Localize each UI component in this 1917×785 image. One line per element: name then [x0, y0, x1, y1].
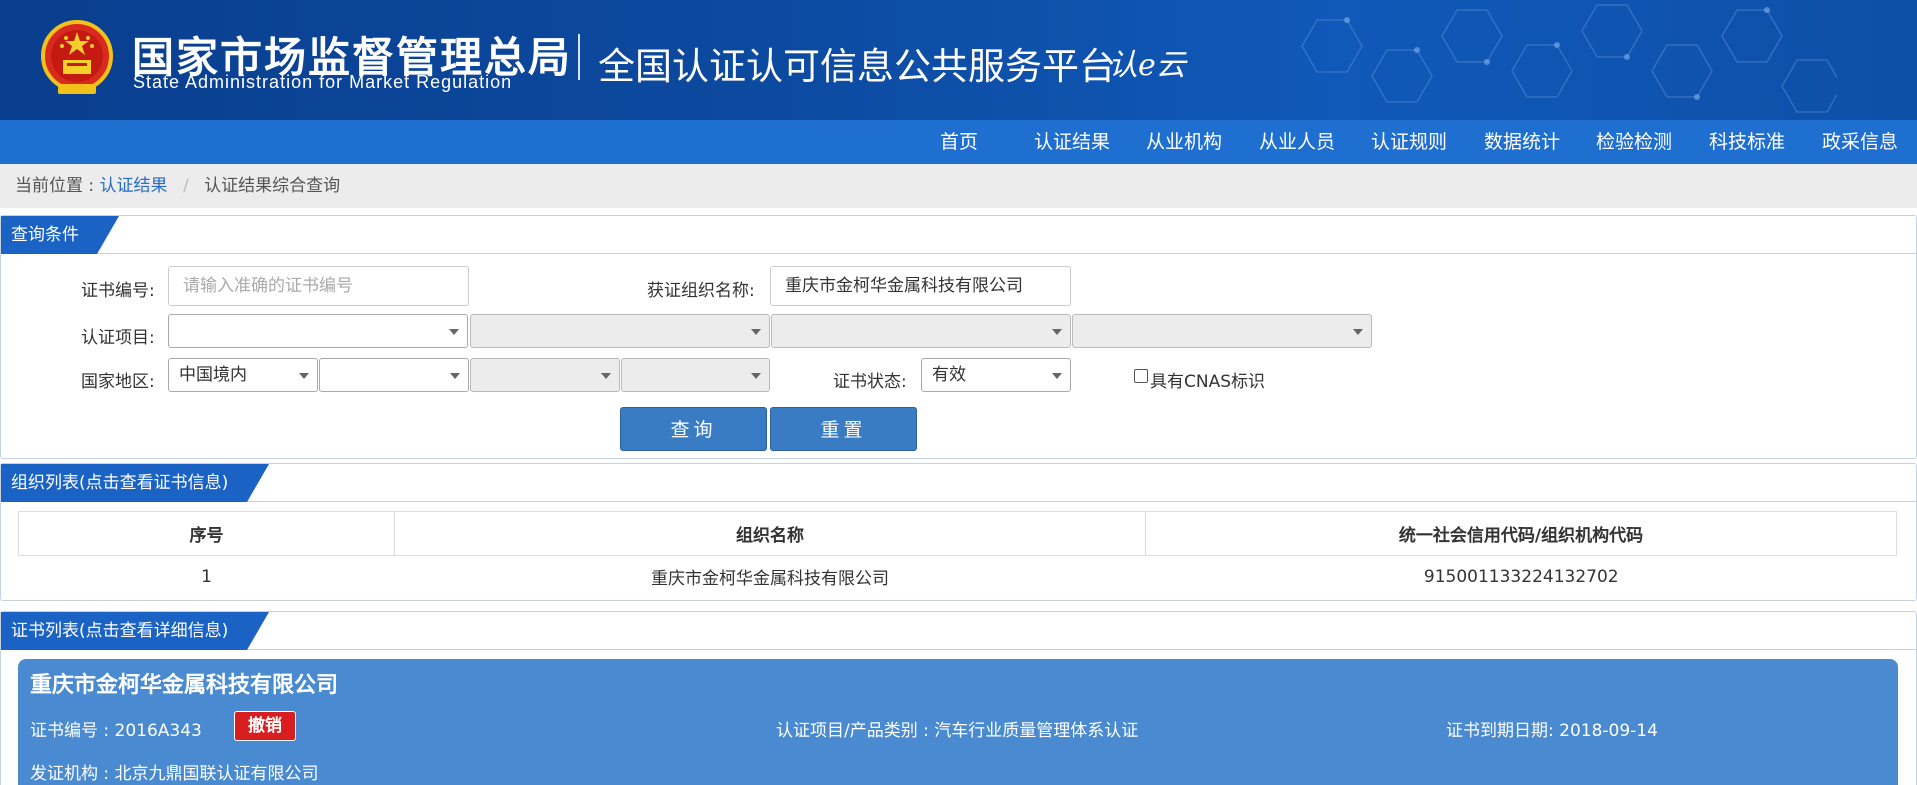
org-table: 序号 组织名称 统一社会信用代码/组织机构代码 1 重庆市金柯华金属科技有限公司…	[18, 511, 1897, 598]
nav-procurement[interactable]: 政采信息	[1822, 120, 1898, 164]
cert-list-header: 证书列表(点击查看详细信息)	[1, 612, 1916, 650]
region-select-city[interactable]	[470, 358, 620, 392]
org-table-header-row: 序号 组织名称 统一社会信用代码/组织机构代码	[18, 511, 1897, 556]
chevron-down-icon	[450, 373, 460, 379]
cnas-checkbox[interactable]	[1134, 369, 1148, 383]
reset-button[interactable]: 重置	[770, 407, 917, 451]
query-section-title: 查询条件	[1, 216, 119, 254]
col-org-name: 组织名称	[394, 511, 1146, 556]
cert-expiry: 证书到期日期: 2018-09-14	[1446, 721, 1658, 741]
chevron-down-icon	[299, 373, 309, 379]
region-value: 中国境内	[179, 365, 247, 385]
nav-statistics[interactable]: 数据统计	[1484, 120, 1560, 164]
cert-no-input[interactable]: 请输入准确的证书编号	[168, 266, 469, 306]
chevron-down-icon	[751, 329, 761, 335]
nav-testing[interactable]: 检验检测	[1596, 120, 1672, 164]
breadcrumb: 当前位置 : 认证结果 / 认证结果综合查询	[0, 164, 1917, 208]
region-label: 国家地区:	[81, 372, 155, 392]
org-name-label: 获证组织名称:	[647, 281, 755, 301]
breadcrumb-prefix: 当前位置 :	[15, 176, 95, 196]
status-select[interactable]: 有效	[921, 358, 1071, 392]
cert-number: 证书编号 : 2016A343	[30, 721, 202, 741]
col-index: 序号	[18, 511, 395, 556]
region-select-country[interactable]: 中国境内	[168, 358, 318, 392]
project-select-2[interactable]	[470, 314, 770, 348]
query-panel: 查询条件 证书编号: 请输入准确的证书编号 获证组织名称: 重庆市金柯华金属科技…	[0, 215, 1917, 459]
cert-issuer: 发证机构 : 北京九鼎国联认证有限公司	[30, 764, 319, 784]
platform-title: 全国认证认可信息公共服务平台	[598, 45, 1116, 88]
project-label: 认证项目:	[81, 328, 155, 348]
chevron-down-icon	[601, 373, 611, 379]
breadcrumb-current: 认证结果综合查询	[204, 176, 341, 196]
row-index: 1	[18, 555, 395, 598]
status-value: 有效	[932, 365, 966, 385]
project-select-3[interactable]	[771, 314, 1071, 348]
cert-project: 认证项目/产品类别 : 汽车行业质量管理体系认证	[776, 721, 1139, 741]
search-button[interactable]: 查询	[620, 407, 767, 451]
chevron-down-icon	[1052, 329, 1062, 335]
nav-cert-results[interactable]: 认证结果	[1034, 120, 1110, 164]
col-credit-code: 统一社会信用代码/组织机构代码	[1145, 511, 1897, 556]
row-org-name[interactable]: 重庆市金柯华金属科技有限公司	[394, 555, 1146, 598]
chevron-down-icon	[751, 373, 761, 379]
breadcrumb-link-cert-results[interactable]: 认证结果	[100, 176, 168, 196]
agency-title-en: State Administration for Market Regulati…	[133, 72, 513, 92]
row-credit-code: 915001133224132702	[1145, 555, 1897, 598]
nav-cert-rules[interactable]: 认证规则	[1371, 120, 1447, 164]
org-list-title: 组织列表(点击查看证书信息)	[1, 464, 269, 502]
query-panel-header: 查询条件	[1, 216, 1916, 254]
status-label: 证书状态:	[833, 372, 907, 392]
table-row[interactable]: 1 重庆市金柯华金属科技有限公司 915001133224132702	[18, 555, 1897, 598]
nav-standards[interactable]: 科技标准	[1709, 120, 1785, 164]
cert-list-title: 证书列表(点击查看详细信息)	[1, 612, 269, 650]
project-select-4[interactable]	[1072, 314, 1372, 348]
org-list-header: 组织列表(点击查看证书信息)	[1, 464, 1916, 502]
org-name-input[interactable]: 重庆市金柯华金属科技有限公司	[770, 266, 1071, 306]
renzheng-cloud-logo: 认e云	[1108, 48, 1186, 83]
region-select-province[interactable]	[319, 358, 469, 392]
region-select-district[interactable]	[621, 358, 770, 392]
breadcrumb-separator: /	[182, 176, 189, 196]
cert-card[interactable]: 重庆市金柯华金属科技有限公司 证书编号 : 2016A343 撤销 认证项目/产…	[18, 659, 1898, 785]
nav-institutions[interactable]: 从业机构	[1146, 120, 1222, 164]
nav-home[interactable]: 首页	[940, 120, 978, 164]
header-divider	[578, 34, 580, 80]
hexagon-pattern-decoration	[1301, 4, 1837, 113]
main-nav: 首页 认证结果 从业机构 从业人员 认证规则 数据统计 检验检测 科技标准 政采…	[0, 120, 1917, 164]
cert-list-panel: 证书列表(点击查看详细信息) 重庆市金柯华金属科技有限公司 证书编号 : 201…	[0, 611, 1917, 785]
project-select-1[interactable]	[168, 314, 468, 348]
site-header: 国家市场监督管理总局 State Administration for Mark…	[0, 0, 1917, 120]
nav-practitioners[interactable]: 从业人员	[1259, 120, 1335, 164]
status-badge: 撤销	[234, 711, 296, 741]
chevron-down-icon	[1052, 373, 1062, 379]
chevron-down-icon	[1353, 329, 1363, 335]
cert-org-name: 重庆市金柯华金属科技有限公司	[30, 673, 339, 698]
chevron-down-icon	[449, 329, 459, 335]
national-emblem-icon	[41, 20, 113, 94]
cnas-label: 具有CNAS标识	[1150, 372, 1266, 392]
cert-no-label: 证书编号:	[81, 281, 155, 301]
org-list-panel: 组织列表(点击查看证书信息) 序号 组织名称 统一社会信用代码/组织机构代码 1…	[0, 463, 1917, 601]
